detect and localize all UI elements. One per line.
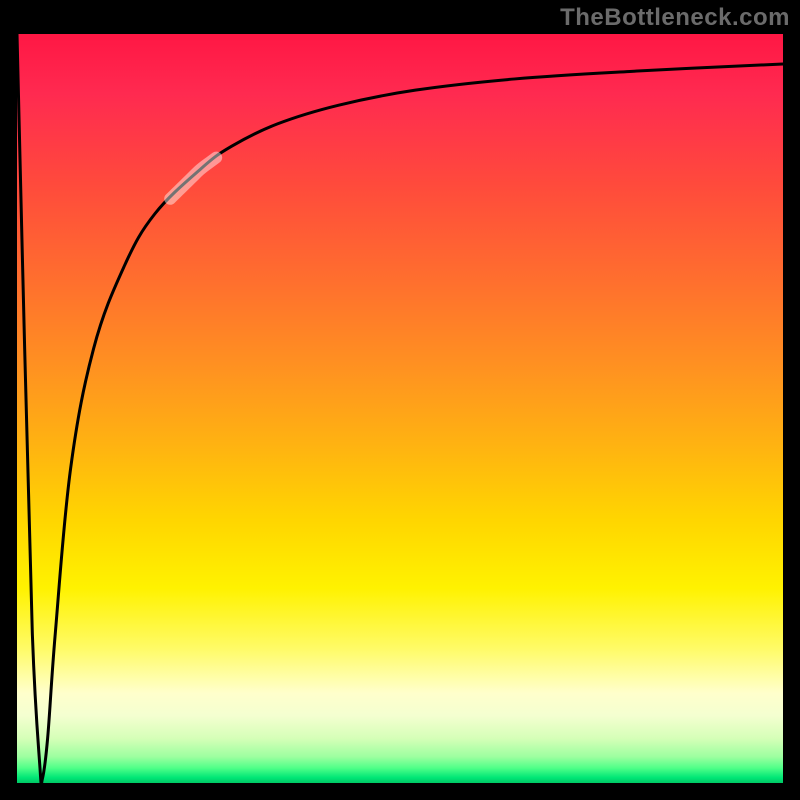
chart-frame bbox=[17, 34, 783, 783]
chart-svg bbox=[17, 34, 783, 783]
bottleneck-curve bbox=[17, 34, 783, 783]
watermark-label: TheBottleneck.com bbox=[560, 4, 790, 32]
chart-plot-area bbox=[17, 34, 783, 783]
highlight-segment bbox=[170, 158, 216, 199]
